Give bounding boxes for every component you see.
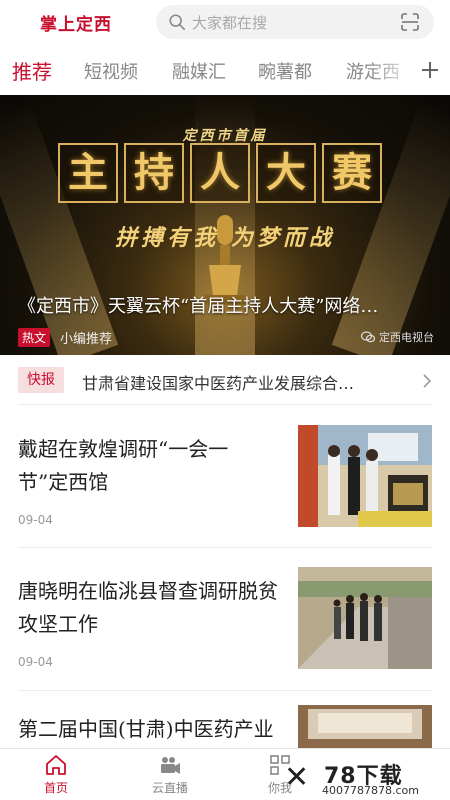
news-date: 09-04	[18, 513, 53, 527]
chevron-right-icon[interactable]	[422, 373, 432, 389]
tab-short-video[interactable]: 短视频	[84, 58, 138, 84]
divider	[18, 404, 432, 405]
featured-banner[interactable]: 定西市首届 主 持 人 大 赛 拼搏有我 为梦而战 《定西市》天翼云杯“首届主持…	[0, 95, 450, 355]
wechat-icon	[361, 331, 375, 343]
news-thumbnail[interactable]	[298, 705, 432, 748]
nav-home-label: 首页	[43, 781, 68, 795]
banner-caption[interactable]: 《定西市》天翼云杯“首届主持人大赛”网络…	[18, 292, 438, 318]
nav-live-label: 云直播	[151, 781, 188, 795]
news-item[interactable]: 唐晓明在临洮县督查调研脱贫攻坚工作 09-04	[18, 567, 432, 697]
nav-live[interactable]: 云直播	[140, 753, 200, 796]
title-char: 人	[190, 143, 250, 203]
top-bar: 掌上定西 大家都在搜	[0, 0, 450, 44]
news-thumbnail[interactable]	[298, 425, 432, 527]
divider	[18, 690, 432, 691]
field-inspection-photo	[298, 567, 432, 669]
news-thumbnail[interactable]	[298, 567, 432, 669]
app-title: 掌上定西	[40, 14, 112, 35]
watermark-url: 4007787878.com	[322, 784, 419, 797]
conference-room-photo	[298, 705, 432, 748]
scan-icon[interactable]	[400, 12, 420, 32]
news-item[interactable]: 第二届中国(甘肃)中医药产业	[18, 705, 432, 748]
title-char: 大	[256, 143, 316, 203]
banner-source: 定西电视台	[361, 329, 434, 345]
source-label: 定西电视台	[379, 331, 434, 344]
banner-subheading: 定西市首届	[182, 128, 268, 144]
tab-potato-capital[interactable]: 畹薯都	[258, 58, 312, 84]
plus-icon[interactable]	[420, 60, 440, 80]
divider	[18, 547, 432, 548]
banner-title: 主 持 人 大 赛	[58, 143, 382, 203]
search-placeholder[interactable]: 大家都在搜	[192, 12, 267, 33]
flash-news-row[interactable]: 快报 甘肃省建设国家中医药产业发展综合…	[0, 360, 450, 402]
tab-fade	[368, 52, 418, 92]
flash-badge: 快报	[18, 367, 64, 393]
news-date: 09-04	[18, 655, 53, 669]
banner-meta: 热文 小编推荐	[18, 328, 112, 347]
hot-badge: 热文	[18, 328, 51, 347]
channel-tabs: 推荐 短视频 融媒汇 畹薯都 游定西	[0, 52, 450, 92]
flash-news-text[interactable]: 甘肃省建设国家中医药产业发展综合…	[82, 370, 402, 394]
news-item[interactable]: 戴超在敦煌调研“一会一节”定西馆 09-04	[18, 425, 432, 555]
tab-media-hub[interactable]: 融媒汇	[172, 58, 226, 84]
title-char: 赛	[322, 143, 382, 203]
tab-recommend[interactable]: 推荐	[12, 56, 52, 85]
banner-slogan: 拼搏有我 为梦而战	[115, 225, 335, 251]
news-title[interactable]: 戴超在敦煌调研“一会一节”定西馆	[18, 433, 278, 499]
search-bar[interactable]: 大家都在搜	[156, 5, 434, 39]
home-icon	[46, 755, 66, 775]
nav-home[interactable]: 首页	[26, 753, 86, 796]
title-char: 持	[124, 143, 184, 203]
news-title[interactable]: 第二届中国(甘肃)中医药产业	[18, 713, 278, 746]
search-icon	[169, 14, 186, 31]
editor-pick-label: 小编推荐	[60, 332, 113, 347]
live-camera-icon	[161, 757, 180, 774]
watermark-logo-icon: ✕	[284, 760, 310, 795]
news-title[interactable]: 唐晓明在临洮县督查调研脱贫攻坚工作	[18, 575, 278, 641]
title-char: 主	[58, 143, 118, 203]
exhibit-hall-photo	[298, 425, 432, 527]
watermark: ✕ 78下载 4007787878.com	[284, 758, 444, 798]
